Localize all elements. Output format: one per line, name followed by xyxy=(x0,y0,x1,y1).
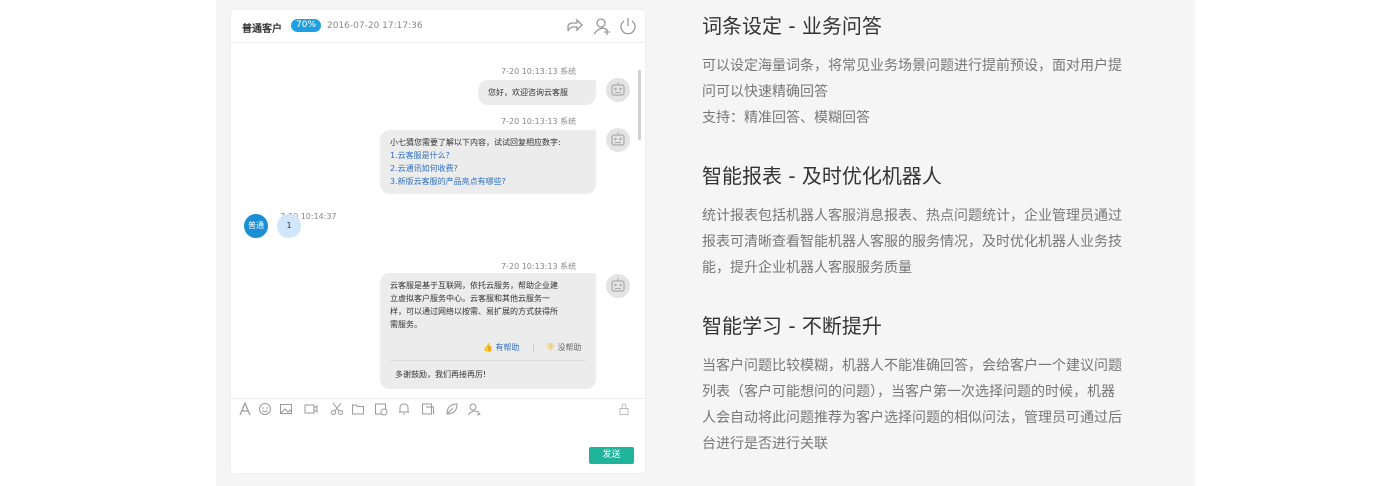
message-meta: 7-20 10:13:13 系统 xyxy=(501,67,577,76)
bot-message: 小七猜您需要了解以下内容，试试回复相应数字: 1.云客服是什么? 2.云通讯如何… xyxy=(380,130,596,194)
answer-line: 样，可以通过网络以按需、易扩展的方式获得所 xyxy=(390,307,558,316)
add-user-icon[interactable] xyxy=(592,16,612,36)
message-meta: 7-20 10:13:13 系统 xyxy=(501,117,577,126)
scissors-icon[interactable] xyxy=(330,402,344,416)
toolbar-divider xyxy=(231,398,645,399)
feature-line: 能，提升企业机器人客服服务质量 xyxy=(702,260,912,276)
feature-line: 问可以快速精确回答 xyxy=(702,84,828,100)
divider xyxy=(390,360,586,361)
suggestion-link[interactable]: 2.云通讯如何收费? xyxy=(390,162,586,175)
feature-desc: 可以设定海量词条，将常见业务场景问题进行提前预设，面对用户提 问可以快速精确回答… xyxy=(702,53,1186,131)
percent-badge: 70% xyxy=(291,19,322,32)
closing-text: 多谢鼓励，我们再接再厉! xyxy=(395,370,487,379)
image-icon[interactable] xyxy=(279,402,293,416)
message-meta: 7-20 10:13:13 系统 xyxy=(501,262,577,271)
emoji-icon[interactable] xyxy=(258,402,272,416)
chat-header: 普通客户 70% 2016-07-20 17:17:36 xyxy=(231,10,645,43)
robot-avatar-icon xyxy=(606,274,630,298)
feature-title: 智能学习 - 不断提升 xyxy=(702,314,882,338)
feature-block: 词条设定 - 业务问答 可以设定海量词条，将常见业务场景问题进行提前预设，面对用… xyxy=(702,10,1186,131)
history-icon[interactable] xyxy=(374,402,388,416)
message-list[interactable]: 7-20 10:13:13 系统 您好，欢迎咨询云客服 7-20 10:13:1… xyxy=(231,44,645,398)
thumbs-down-icon: 👎 xyxy=(545,343,555,352)
helpful-button[interactable]: 👍 有帮助 xyxy=(483,341,520,354)
feature-line: 人会自动将此问题推荐为客户选择问题的相似问法，管理员可通过后 xyxy=(702,410,1122,426)
feature-block: 智能学习 - 不断提升 当客户问题比较模糊，机器人不能准确回答，会给客户一个建议… xyxy=(702,310,1186,457)
feature-desc: 当客户问题比较模糊，机器人不能准确回答，会给客户一个建议问题 列表（客户可能想问… xyxy=(702,353,1186,457)
answer-line: 需服务。 xyxy=(390,320,422,329)
robot-avatar-icon xyxy=(606,128,630,152)
answer-line: 云客服是基于互联网，依托云服务，帮助企业建 xyxy=(390,281,558,290)
video-icon[interactable] xyxy=(304,402,318,416)
feature-line: 列表（客户可能想问的问题），当客户第一次选择问题的时候，机器 xyxy=(702,384,1115,400)
message-intro: 小七猜您需要了解以下内容，试试回复相应数字: xyxy=(390,138,561,147)
bot-message: 您好，欢迎咨询云客服 xyxy=(478,80,596,105)
share-icon[interactable] xyxy=(565,16,585,36)
feature-desc: 统计报表包括机器人客服消息报表、热点问题统计，企业管理员通过 报表可清晰查看智能… xyxy=(702,203,1186,281)
feature-line: 统计报表包括机器人客服消息报表、热点问题统计，企业管理员通过 xyxy=(702,208,1122,224)
answer-line: 立虚拟客户服务中心。云客服和其他云服务一 xyxy=(390,294,550,303)
not-helpful-button[interactable]: 👎 没帮助 xyxy=(545,341,582,354)
chat-window: 普通客户 70% 2016-07-20 17:17:36 7-20 10:13:… xyxy=(231,10,645,473)
feature-line: 可以设定海量词条，将常见业务场景问题进行提前预设，面对用户提 xyxy=(702,58,1122,74)
feature-line: 当客户问题比较模糊，机器人不能准确回答，会给客户一个建议问题 xyxy=(702,358,1122,374)
power-icon[interactable] xyxy=(618,16,638,36)
robot-avatar-icon xyxy=(606,78,630,102)
not-helpful-label: 没帮助 xyxy=(557,343,582,352)
user-message: 1 xyxy=(277,214,301,238)
feature-line: 报表可清晰查看智能机器人客服的服务情况，及时优化机器人业务技 xyxy=(702,234,1122,250)
feature-section: 普通客户 70% 2016-07-20 17:17:36 7-20 10:13:… xyxy=(216,0,1195,486)
feature-block: 智能报表 - 及时优化机器人 统计报表包括机器人客服消息报表、热点问题统计，企业… xyxy=(702,160,1186,281)
header-time: 2016-07-20 17:17:36 xyxy=(327,21,423,31)
feature-title: 智能报表 - 及时优化机器人 xyxy=(702,164,942,188)
user-avatar: 普通 xyxy=(244,214,268,238)
bot-message: 云客服是基于互联网，依托云服务，帮助企业建 立虚拟客户服务中心。云客服和其他云服… xyxy=(380,273,596,389)
font-icon[interactable] xyxy=(238,402,252,416)
feature-line: 台进行是否进行关联 xyxy=(702,436,828,452)
customer-name: 普通客户 xyxy=(242,24,282,35)
book-icon[interactable] xyxy=(421,402,435,416)
bell-icon[interactable] xyxy=(397,402,411,416)
suggestion-link[interactable]: 3.新版云客服的产品亮点有哪些? xyxy=(390,175,586,188)
thumbs-up-icon: 👍 xyxy=(483,343,493,352)
send-button[interactable]: 发送 xyxy=(589,447,634,464)
transfer-icon[interactable] xyxy=(467,402,481,416)
feedback-separator xyxy=(533,343,534,352)
suggestion-link[interactable]: 1.云客服是什么? xyxy=(390,149,586,162)
leaf-icon[interactable] xyxy=(445,402,459,416)
feature-line: 支持：精准回答、模糊回答 xyxy=(702,110,870,126)
folder-icon[interactable] xyxy=(351,402,365,416)
helpful-label: 有帮助 xyxy=(495,343,520,352)
lock-icon[interactable] xyxy=(617,402,631,416)
scrollbar[interactable] xyxy=(638,70,641,140)
feature-title: 词条设定 - 业务问答 xyxy=(702,14,882,38)
